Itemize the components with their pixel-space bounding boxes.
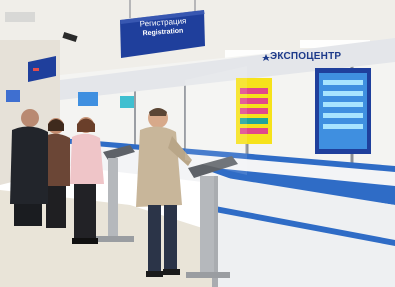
screen-row-1 xyxy=(323,80,363,85)
man-shoe-right xyxy=(163,269,180,275)
woman-pink-legs xyxy=(74,184,96,240)
man-jacket xyxy=(136,126,182,207)
man-legs-left xyxy=(148,205,161,273)
man-shoe-left xyxy=(146,271,163,277)
screen-row-2 xyxy=(323,91,363,96)
woman-brown-legs xyxy=(46,186,66,228)
registration-hall-photo: Регистрация Registration ЭКСПОЦЕНТР xyxy=(0,0,395,287)
photo-drawing xyxy=(0,0,395,287)
screen-row-4 xyxy=(323,113,363,118)
kiosk-front-post xyxy=(200,176,214,276)
dark-man-jacket xyxy=(10,126,48,204)
distant-screen-2 xyxy=(120,96,134,108)
distant-screen-3 xyxy=(6,90,20,102)
woman-pink-shoes xyxy=(72,238,98,244)
screen-row-5 xyxy=(323,124,363,129)
dark-man-legs xyxy=(14,204,42,226)
ceiling-vent xyxy=(5,12,35,22)
glass-reflection xyxy=(185,66,247,175)
screen-row-3 xyxy=(323,102,363,107)
dark-man-head xyxy=(21,109,39,127)
woman-pink-jacket xyxy=(70,133,104,184)
kiosk-mid-base xyxy=(96,236,134,242)
kiosk-mid-post xyxy=(108,158,118,238)
man-legs-right xyxy=(164,205,177,271)
expocentre-logo: ЭКСПОЦЕНТР xyxy=(270,51,342,62)
small-sign-accent xyxy=(33,68,39,71)
distant-screen-1 xyxy=(78,92,98,106)
kiosk-front-base xyxy=(186,272,230,278)
